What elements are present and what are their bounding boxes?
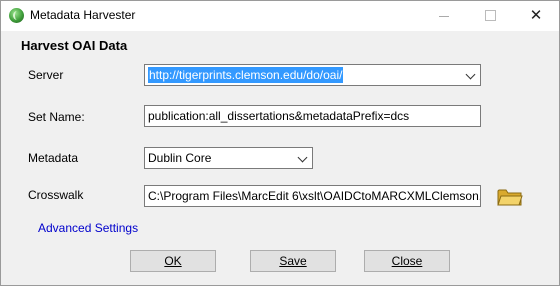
- minimize-button[interactable]: [421, 1, 467, 31]
- app-icon: [9, 8, 24, 23]
- maximize-button[interactable]: [467, 1, 513, 31]
- advanced-settings-link[interactable]: Advanced Settings: [38, 221, 138, 235]
- chevron-down-icon[interactable]: [465, 69, 476, 80]
- close-button[interactable]: Close: [364, 250, 450, 272]
- set-name-input[interactable]: publication:all_dissertations&metadataPr…: [144, 105, 481, 127]
- metadata-label: Metadata: [28, 151, 79, 165]
- crosswalk-input[interactable]: C:\Program Files\MarcEdit 6\xslt\OAIDCto…: [144, 185, 481, 207]
- ok-button[interactable]: OK: [130, 250, 216, 272]
- window-title: Metadata Harvester: [30, 8, 136, 22]
- set-name-label: Set Name:: [28, 110, 85, 124]
- metadata-harvester-window: Metadata Harvester ✕ Harvest OAI Data Se…: [0, 0, 560, 286]
- folder-icon[interactable]: [497, 187, 523, 207]
- window-close-button[interactable]: ✕: [513, 1, 559, 31]
- crosswalk-label: Crosswalk: [28, 188, 84, 202]
- save-button[interactable]: Save: [250, 250, 336, 272]
- chevron-down-icon[interactable]: [297, 152, 308, 163]
- title-bar: Metadata Harvester ✕: [1, 1, 559, 31]
- metadata-value: Dublin Core: [148, 151, 212, 165]
- metadata-select[interactable]: Dublin Core: [144, 147, 313, 169]
- server-combobox[interactable]: http://tigerprints.clemson.edu/do/oai/: [144, 64, 481, 86]
- server-label: Server: [28, 68, 64, 82]
- section-title: Harvest OAI Data: [21, 38, 128, 53]
- server-value: http://tigerprints.clemson.edu/do/oai/: [148, 67, 344, 83]
